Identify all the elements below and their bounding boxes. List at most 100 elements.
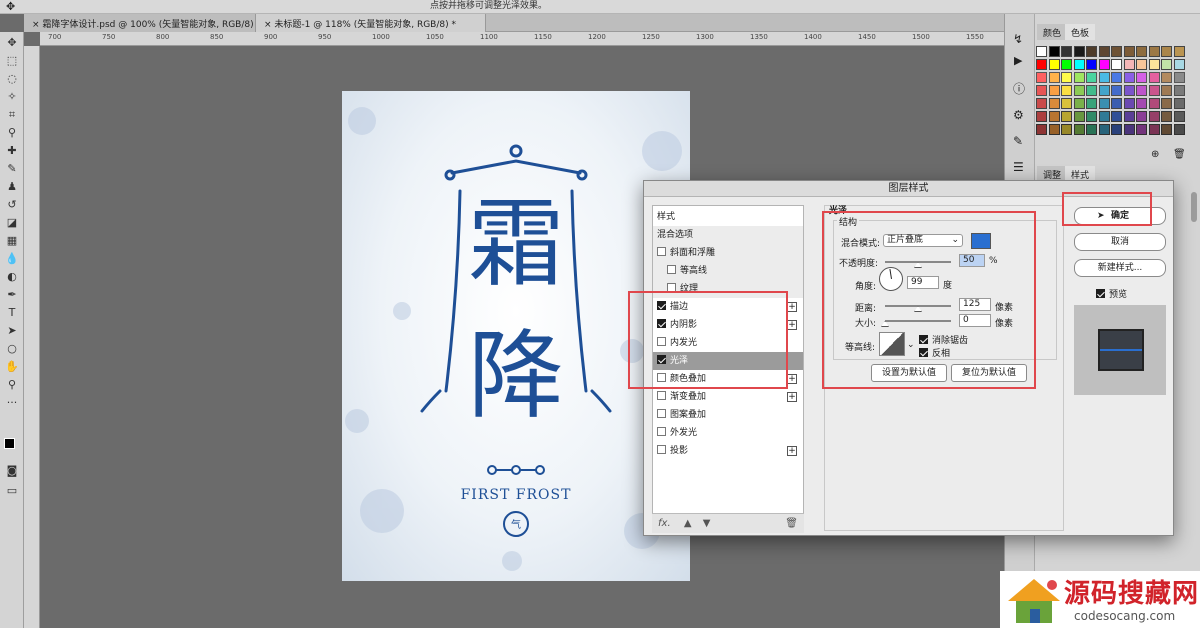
color-swatch[interactable] [1136, 124, 1147, 135]
magic-wand-icon[interactable]: ✧ [4, 90, 20, 104]
tab-document-2[interactable]: × 未标题-1 @ 118% (矢量智能对象, RGB/8) * [256, 14, 486, 32]
color-swatch[interactable] [1036, 72, 1047, 83]
color-swatch[interactable] [1073, 59, 1085, 70]
brush-settings-icon[interactable]: ✎ [1013, 134, 1023, 148]
color-swatch[interactable] [1111, 124, 1122, 135]
gradient-tool-icon[interactable]: ▦ [4, 234, 20, 248]
history-icon[interactable]: ↯ [1013, 32, 1023, 46]
add-effect-icon[interactable]: + [787, 302, 797, 312]
color-swatch[interactable] [1073, 98, 1085, 109]
color-swatch[interactable] [1111, 72, 1122, 83]
style-item[interactable]: 内发光 [653, 334, 803, 352]
color-swatch[interactable] [1036, 46, 1047, 57]
angle-input[interactable]: 99 [907, 276, 939, 289]
tab-document-1[interactable]: × 霜降字体设计.psd @ 100% (矢量智能对象, RGB/8) * [24, 14, 261, 32]
color-swatch[interactable] [1098, 124, 1110, 135]
color-swatch[interactable] [1136, 111, 1147, 122]
adjust-icon[interactable]: ☰ [1013, 160, 1024, 174]
color-swatch[interactable] [1061, 46, 1072, 57]
color-swatch[interactable] [1048, 98, 1060, 109]
color-swatch[interactable] [1048, 85, 1060, 96]
color-swatch[interactable] [1161, 46, 1172, 57]
screen-mode-icon[interactable]: ▭ [4, 484, 20, 498]
style-item[interactable]: 外发光 [653, 424, 803, 442]
color-swatch[interactable] [1061, 111, 1072, 122]
type-tool-icon[interactable]: T [4, 306, 20, 320]
color-swatch[interactable] [1161, 85, 1172, 96]
color-swatch[interactable] [1048, 124, 1060, 135]
color-swatch[interactable] [1098, 46, 1110, 57]
color-swatch[interactable] [1098, 59, 1110, 70]
color-swatch[interactable] [1111, 46, 1122, 57]
swatch-grid[interactable] [1036, 46, 1186, 142]
color-swatch[interactable] [1173, 124, 1185, 135]
color-swatch[interactable] [1111, 98, 1122, 109]
add-effect-icon[interactable]: + [787, 374, 797, 384]
history-brush-icon[interactable]: ↺ [4, 198, 20, 212]
color-swatch[interactable] [1036, 98, 1047, 109]
color-swatch[interactable] [1086, 46, 1097, 57]
color-swatch[interactable] [1073, 72, 1085, 83]
antialias-checkbox[interactable]: 消除锯齿 [919, 333, 968, 346]
color-swatch[interactable] [1086, 98, 1097, 109]
checkbox-icon[interactable] [657, 373, 666, 382]
color-swatch[interactable] [1123, 85, 1135, 96]
color-swatch[interactable] [1148, 59, 1160, 70]
set-default-button[interactable]: 设置为默认值 [871, 364, 947, 382]
color-swatch[interactable] [1048, 46, 1060, 57]
angle-dial[interactable] [879, 267, 903, 291]
color-swatch[interactable] [1098, 111, 1110, 122]
color-swatch[interactable] [1048, 111, 1060, 122]
color-swatch[interactable] [1161, 111, 1172, 122]
preview-checkbox[interactable]: 预览 [1096, 287, 1127, 300]
pen-tool-icon[interactable]: ✒ [4, 288, 20, 302]
color-swatch[interactable] [1173, 46, 1185, 57]
brush-tool-icon[interactable]: ✎ [4, 162, 20, 176]
color-swatch[interactable] [1161, 72, 1172, 83]
color-swatch[interactable] [1098, 98, 1110, 109]
color-swatch[interactable] [1111, 85, 1122, 96]
color-swatch[interactable] [1061, 124, 1072, 135]
opacity-input[interactable]: 50 [959, 254, 985, 267]
color-swatch[interactable] [1148, 98, 1160, 109]
properties-icon[interactable]: ⚙ [1013, 108, 1024, 122]
color-swatch[interactable] [1161, 124, 1172, 135]
color-swatch[interactable] [1061, 72, 1072, 83]
style-item[interactable]: 光泽 [653, 352, 803, 370]
trash-icon[interactable]: 🗑 [785, 514, 798, 534]
style-item[interactable]: 颜色叠加 + [653, 370, 803, 388]
style-item[interactable]: 渐变叠加 + [653, 388, 803, 406]
color-swatch[interactable] [1148, 85, 1160, 96]
style-item[interactable]: 斜面和浮雕 [653, 244, 803, 262]
color-swatch[interactable] [1098, 85, 1110, 96]
color-swatch[interactable] [1073, 111, 1085, 122]
move-tool-icon[interactable]: ✥ [4, 36, 20, 50]
color-swatch[interactable] [1036, 111, 1047, 122]
foreground-color-swatch[interactable] [4, 438, 15, 449]
tab-swatches[interactable]: 色板 [1065, 24, 1096, 40]
color-swatch[interactable] [1173, 59, 1185, 70]
ok-button[interactable]: ➤ 确定 [1074, 207, 1166, 225]
fx-icon[interactable]: fx. [658, 518, 671, 529]
color-swatch[interactable] [1136, 85, 1147, 96]
add-effect-icon[interactable]: + [787, 320, 797, 330]
checkbox-icon[interactable] [657, 247, 666, 256]
move-up-icon[interactable]: ▲ [684, 518, 692, 529]
color-swatch[interactable] [1086, 59, 1097, 70]
eyedropper-icon[interactable]: ⚲ [4, 126, 20, 140]
close-icon[interactable]: × [32, 20, 40, 30]
checkbox-icon[interactable] [657, 445, 666, 454]
zoom-tool-icon[interactable]: ⚲ [4, 378, 20, 392]
color-swatch[interactable] [1136, 46, 1147, 57]
poster-artwork[interactable]: 霜 降 FIRST FROST 气 [342, 91, 690, 581]
color-swatch[interactable] [1123, 59, 1135, 70]
style-item[interactable]: 纹理 [653, 280, 803, 298]
color-swatch[interactable] [1073, 85, 1085, 96]
style-item[interactable]: 内阴影 + [653, 316, 803, 334]
color-swatch[interactable] [1111, 111, 1122, 122]
color-swatch[interactable] [1123, 98, 1135, 109]
color-swatch[interactable] [1061, 59, 1072, 70]
color-swatch[interactable] [1086, 111, 1097, 122]
color-swatch[interactable] [1136, 98, 1147, 109]
blend-mode-select[interactable]: 正片叠底 ⌄ [883, 234, 963, 247]
